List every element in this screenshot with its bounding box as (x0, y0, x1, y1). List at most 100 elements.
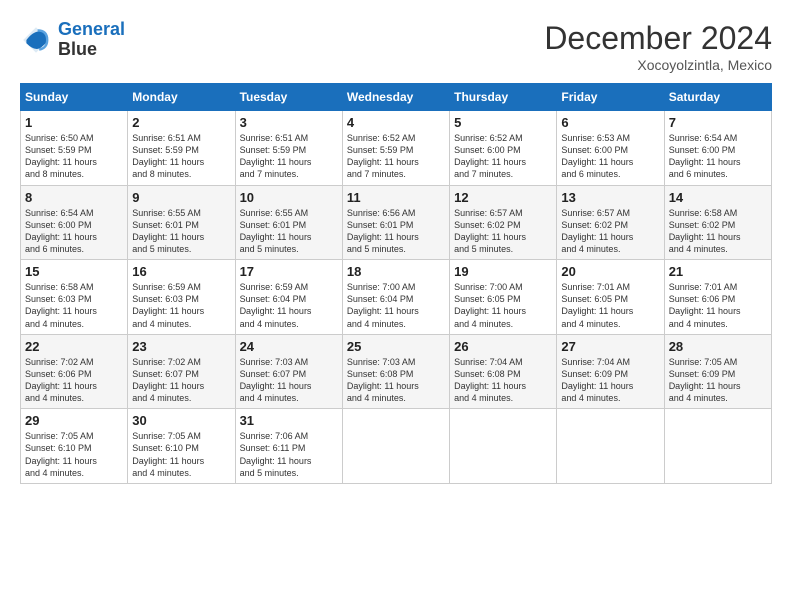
day-info: Sunrise: 7:06 AMSunset: 6:11 PMDaylight:… (240, 430, 338, 479)
day-number: 26 (454, 339, 552, 354)
day-number: 28 (669, 339, 767, 354)
calendar-cell (557, 409, 664, 484)
day-info: Sunrise: 6:50 AMSunset: 5:59 PMDaylight:… (25, 132, 123, 181)
calendar-cell: 25 Sunrise: 7:03 AMSunset: 6:08 PMDaylig… (342, 334, 449, 409)
calendar-cell: 19 Sunrise: 7:00 AMSunset: 6:05 PMDaylig… (450, 260, 557, 335)
day-info: Sunrise: 7:02 AMSunset: 6:07 PMDaylight:… (132, 356, 230, 405)
day-info: Sunrise: 7:03 AMSunset: 6:07 PMDaylight:… (240, 356, 338, 405)
calendar-cell: 21 Sunrise: 7:01 AMSunset: 6:06 PMDaylig… (664, 260, 771, 335)
weekday-sunday: Sunday (21, 84, 128, 111)
day-number: 17 (240, 264, 338, 279)
calendar-cell: 24 Sunrise: 7:03 AMSunset: 6:07 PMDaylig… (235, 334, 342, 409)
location: Xocoyolzintla, Mexico (544, 57, 772, 73)
calendar-cell: 5 Sunrise: 6:52 AMSunset: 6:00 PMDayligh… (450, 111, 557, 186)
calendar-cell: 14 Sunrise: 6:58 AMSunset: 6:02 PMDaylig… (664, 185, 771, 260)
day-number: 6 (561, 115, 659, 130)
calendar-cell: 20 Sunrise: 7:01 AMSunset: 6:05 PMDaylig… (557, 260, 664, 335)
calendar-cell: 1 Sunrise: 6:50 AMSunset: 5:59 PMDayligh… (21, 111, 128, 186)
day-info: Sunrise: 6:51 AMSunset: 5:59 PMDaylight:… (240, 132, 338, 181)
calendar-cell: 2 Sunrise: 6:51 AMSunset: 5:59 PMDayligh… (128, 111, 235, 186)
day-number: 5 (454, 115, 552, 130)
day-number: 19 (454, 264, 552, 279)
day-number: 23 (132, 339, 230, 354)
logo: GeneralBlue (20, 20, 125, 60)
day-number: 12 (454, 190, 552, 205)
day-info: Sunrise: 6:53 AMSunset: 6:00 PMDaylight:… (561, 132, 659, 181)
calendar-cell: 7 Sunrise: 6:54 AMSunset: 6:00 PMDayligh… (664, 111, 771, 186)
day-number: 4 (347, 115, 445, 130)
day-number: 22 (25, 339, 123, 354)
day-info: Sunrise: 7:05 AMSunset: 6:10 PMDaylight:… (25, 430, 123, 479)
day-info: Sunrise: 7:01 AMSunset: 6:05 PMDaylight:… (561, 281, 659, 330)
day-info: Sunrise: 6:55 AMSunset: 6:01 PMDaylight:… (132, 207, 230, 256)
calendar-cell: 3 Sunrise: 6:51 AMSunset: 5:59 PMDayligh… (235, 111, 342, 186)
day-number: 8 (25, 190, 123, 205)
calendar-week-4: 22 Sunrise: 7:02 AMSunset: 6:06 PMDaylig… (21, 334, 772, 409)
calendar-cell (664, 409, 771, 484)
calendar-cell: 29 Sunrise: 7:05 AMSunset: 6:10 PMDaylig… (21, 409, 128, 484)
day-info: Sunrise: 7:05 AMSunset: 6:10 PMDaylight:… (132, 430, 230, 479)
logo-text: GeneralBlue (58, 20, 125, 60)
title-block: December 2024 Xocoyolzintla, Mexico (544, 20, 772, 73)
weekday-header-row: SundayMondayTuesdayWednesdayThursdayFrid… (21, 84, 772, 111)
day-number: 13 (561, 190, 659, 205)
day-info: Sunrise: 7:02 AMSunset: 6:06 PMDaylight:… (25, 356, 123, 405)
day-number: 18 (347, 264, 445, 279)
calendar-cell: 31 Sunrise: 7:06 AMSunset: 6:11 PMDaylig… (235, 409, 342, 484)
day-number: 7 (669, 115, 767, 130)
logo-icon (20, 24, 52, 56)
calendar-header: SundayMondayTuesdayWednesdayThursdayFrid… (21, 84, 772, 111)
page-header: GeneralBlue December 2024 Xocoyolzintla,… (20, 20, 772, 73)
day-number: 3 (240, 115, 338, 130)
day-number: 21 (669, 264, 767, 279)
calendar-week-3: 15 Sunrise: 6:58 AMSunset: 6:03 PMDaylig… (21, 260, 772, 335)
calendar-cell: 9 Sunrise: 6:55 AMSunset: 6:01 PMDayligh… (128, 185, 235, 260)
calendar-cell: 18 Sunrise: 7:00 AMSunset: 6:04 PMDaylig… (342, 260, 449, 335)
day-info: Sunrise: 6:57 AMSunset: 6:02 PMDaylight:… (454, 207, 552, 256)
day-number: 30 (132, 413, 230, 428)
weekday-saturday: Saturday (664, 84, 771, 111)
day-number: 24 (240, 339, 338, 354)
day-number: 20 (561, 264, 659, 279)
day-number: 10 (240, 190, 338, 205)
calendar-cell: 23 Sunrise: 7:02 AMSunset: 6:07 PMDaylig… (128, 334, 235, 409)
calendar-week-5: 29 Sunrise: 7:05 AMSunset: 6:10 PMDaylig… (21, 409, 772, 484)
calendar-cell: 17 Sunrise: 6:59 AMSunset: 6:04 PMDaylig… (235, 260, 342, 335)
calendar-cell: 28 Sunrise: 7:05 AMSunset: 6:09 PMDaylig… (664, 334, 771, 409)
calendar-week-1: 1 Sunrise: 6:50 AMSunset: 5:59 PMDayligh… (21, 111, 772, 186)
day-info: Sunrise: 7:04 AMSunset: 6:08 PMDaylight:… (454, 356, 552, 405)
day-number: 2 (132, 115, 230, 130)
day-number: 1 (25, 115, 123, 130)
day-number: 29 (25, 413, 123, 428)
day-number: 27 (561, 339, 659, 354)
day-info: Sunrise: 6:51 AMSunset: 5:59 PMDaylight:… (132, 132, 230, 181)
day-info: Sunrise: 6:54 AMSunset: 6:00 PMDaylight:… (669, 132, 767, 181)
day-number: 11 (347, 190, 445, 205)
calendar-cell: 8 Sunrise: 6:54 AMSunset: 6:00 PMDayligh… (21, 185, 128, 260)
day-info: Sunrise: 6:55 AMSunset: 6:01 PMDaylight:… (240, 207, 338, 256)
day-info: Sunrise: 6:54 AMSunset: 6:00 PMDaylight:… (25, 207, 123, 256)
calendar-cell: 6 Sunrise: 6:53 AMSunset: 6:00 PMDayligh… (557, 111, 664, 186)
day-info: Sunrise: 6:56 AMSunset: 6:01 PMDaylight:… (347, 207, 445, 256)
weekday-thursday: Thursday (450, 84, 557, 111)
weekday-friday: Friday (557, 84, 664, 111)
calendar-table: SundayMondayTuesdayWednesdayThursdayFrid… (20, 83, 772, 484)
day-info: Sunrise: 6:58 AMSunset: 6:02 PMDaylight:… (669, 207, 767, 256)
calendar-cell: 22 Sunrise: 7:02 AMSunset: 6:06 PMDaylig… (21, 334, 128, 409)
calendar-cell: 16 Sunrise: 6:59 AMSunset: 6:03 PMDaylig… (128, 260, 235, 335)
weekday-tuesday: Tuesday (235, 84, 342, 111)
calendar-week-2: 8 Sunrise: 6:54 AMSunset: 6:00 PMDayligh… (21, 185, 772, 260)
calendar-cell: 10 Sunrise: 6:55 AMSunset: 6:01 PMDaylig… (235, 185, 342, 260)
day-info: Sunrise: 7:04 AMSunset: 6:09 PMDaylight:… (561, 356, 659, 405)
day-info: Sunrise: 7:01 AMSunset: 6:06 PMDaylight:… (669, 281, 767, 330)
day-number: 14 (669, 190, 767, 205)
day-info: Sunrise: 6:52 AMSunset: 6:00 PMDaylight:… (454, 132, 552, 181)
day-number: 15 (25, 264, 123, 279)
day-info: Sunrise: 7:00 AMSunset: 6:05 PMDaylight:… (454, 281, 552, 330)
calendar-cell: 4 Sunrise: 6:52 AMSunset: 5:59 PMDayligh… (342, 111, 449, 186)
weekday-wednesday: Wednesday (342, 84, 449, 111)
calendar-cell: 27 Sunrise: 7:04 AMSunset: 6:09 PMDaylig… (557, 334, 664, 409)
calendar-cell (342, 409, 449, 484)
calendar-body: 1 Sunrise: 6:50 AMSunset: 5:59 PMDayligh… (21, 111, 772, 484)
calendar-cell: 26 Sunrise: 7:04 AMSunset: 6:08 PMDaylig… (450, 334, 557, 409)
